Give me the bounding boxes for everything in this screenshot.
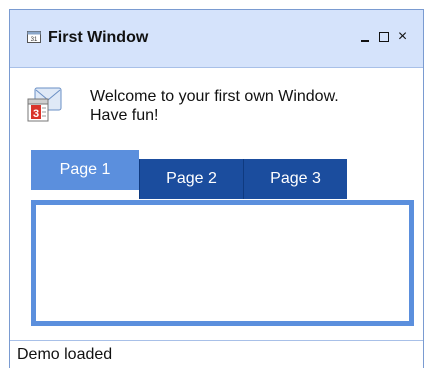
tab-label: Page 3 [270, 170, 321, 187]
maximize-icon [378, 32, 389, 42]
calendar-icon: 31 [27, 31, 41, 43]
window: 31 First Window × 3 Welcome to your firs… [9, 9, 424, 368]
close-icon: × [397, 28, 408, 45]
title-icon-day: 31 [31, 37, 38, 43]
tab-label: Page 1 [59, 161, 111, 178]
window-controls: × [358, 29, 409, 45]
calendar-mail-icon: 3 [27, 87, 62, 122]
window-title: First Window [48, 29, 149, 46]
welcome-line-1: Welcome to your first own Window. [90, 88, 339, 105]
tab-bar: Page 1 Page 2 Page 3 [31, 150, 347, 199]
maximize-button[interactable] [377, 29, 390, 45]
status-text: Demo loaded [17, 346, 113, 363]
title-bar[interactable]: 31 First Window × [10, 10, 423, 68]
tab-page-3[interactable]: Page 3 [243, 159, 347, 199]
close-button[interactable]: × [396, 29, 409, 45]
minimize-button[interactable] [358, 29, 371, 45]
tab-page-2[interactable]: Page 2 [139, 159, 243, 199]
status-bar: Demo loaded [10, 340, 423, 368]
tab-content-panel [31, 200, 414, 326]
tab-page-1[interactable]: Page 1 [31, 150, 139, 190]
tab-label: Page 2 [166, 170, 217, 187]
welcome-message: Welcome to your first own Window. Have f… [90, 87, 415, 125]
minimize-icon [360, 40, 369, 42]
calendar-day: 3 [33, 108, 39, 120]
welcome-line-2: Have fun! [90, 107, 159, 124]
